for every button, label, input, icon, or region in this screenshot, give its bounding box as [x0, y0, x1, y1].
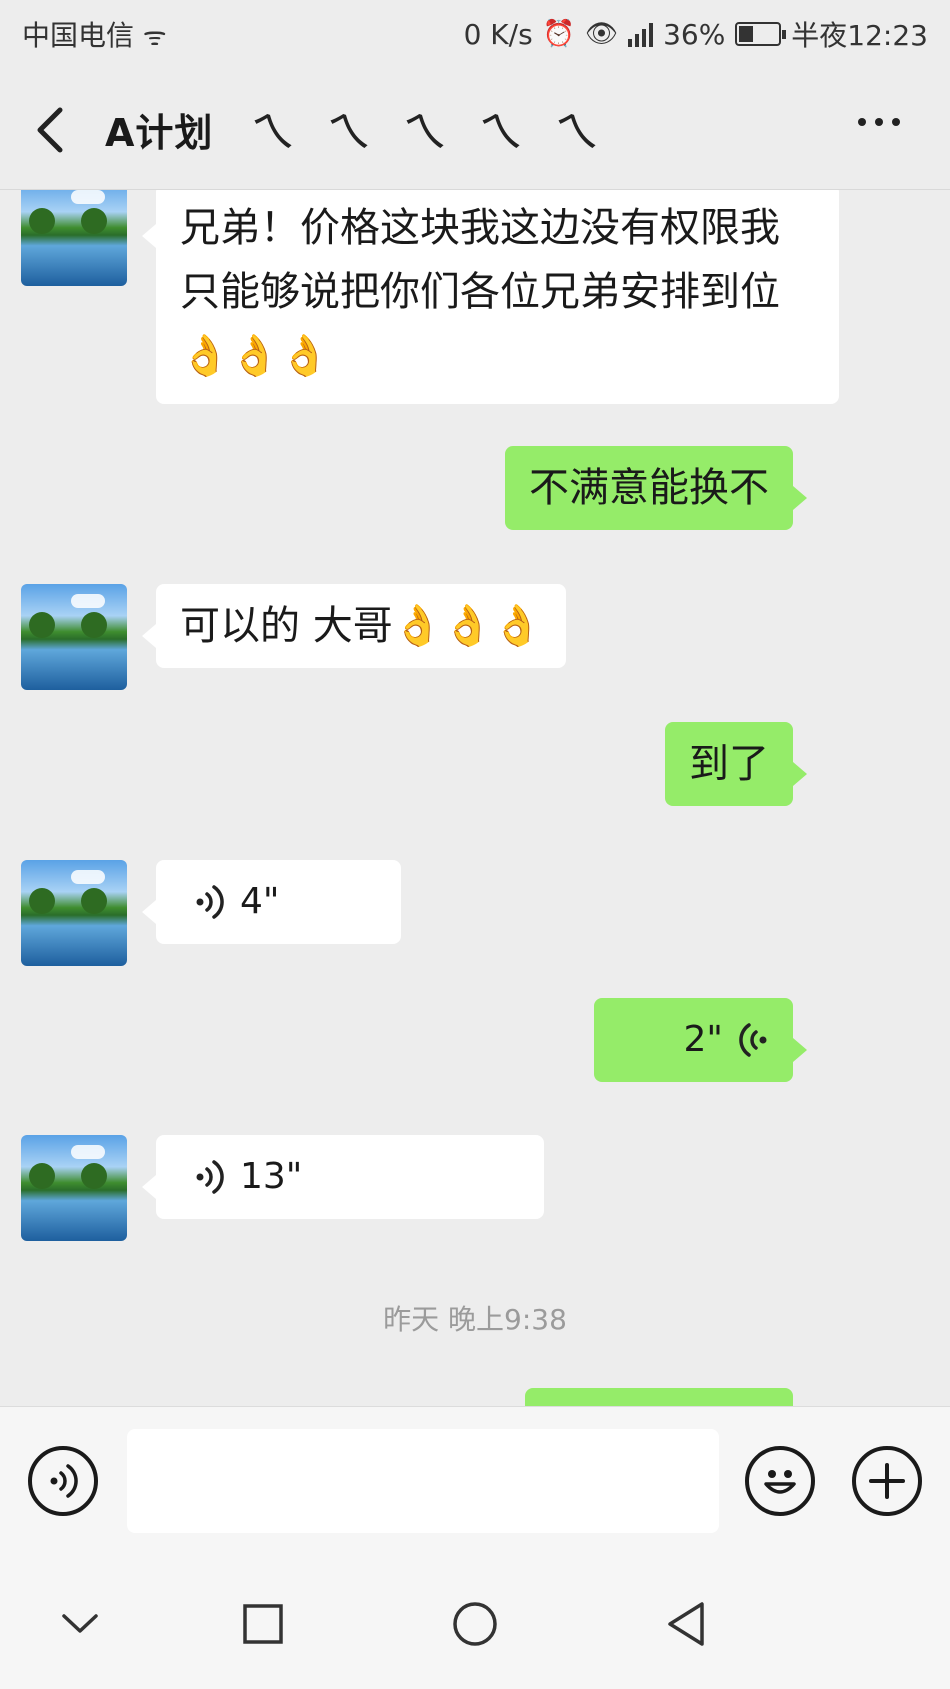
message-text: 兄弟！价格这块我这边没有权限我只能够说把你们各位兄弟安排到位👌👌👌 — [180, 205, 780, 379]
chevron-left-icon[interactable] — [30, 102, 74, 158]
status-bar: 中国电信 ᯤ 0 K/s ⏰ 👁 36% 半夜12:23 — [0, 0, 950, 68]
more-functions-button[interactable] — [852, 1446, 922, 1516]
voice-message-incoming[interactable]: 4" — [142, 860, 401, 944]
more-horizontal-icon[interactable] — [858, 118, 900, 126]
message-text: 到了 — [689, 741, 769, 787]
alarm-icon: ⏰ — [542, 19, 576, 49]
contact-avatar[interactable] — [21, 190, 127, 286]
smiley-icon — [764, 1470, 796, 1494]
emoji-button[interactable] — [745, 1446, 815, 1516]
message-bubble-incoming[interactable]: 可以的 大哥👌👌👌 — [141, 584, 567, 668]
chat-timestamp: 昨天 晚上9:38 — [383, 1303, 567, 1336]
voice-input-button[interactable] — [28, 1446, 98, 1516]
net-speed-label: 0 K/s — [463, 17, 533, 51]
battery-icon — [735, 22, 787, 46]
chat-title-decoration: ㄟㄟㄟㄟㄟ — [250, 105, 630, 159]
voice-message-outgoing[interactable]: 2" — [594, 998, 807, 1082]
home-icon[interactable] — [445, 1594, 505, 1654]
system-nav-bar — [0, 1554, 950, 1689]
signal-icon — [628, 21, 654, 47]
contact-avatar[interactable] — [21, 1135, 127, 1241]
battery-fill — [739, 26, 754, 42]
message-bubble-outgoing-partial[interactable] — [525, 1388, 793, 1406]
contact-avatar[interactable] — [21, 860, 127, 966]
chat-title: A计划 — [105, 111, 214, 155]
message-text: 不满意能换不 — [529, 465, 769, 511]
status-right: 0 K/s ⏰ 👁 36% 半夜12:23 — [464, 14, 928, 54]
voice-duration: 13" — [240, 1156, 303, 1197]
clock: 半夜12:23 — [791, 19, 928, 52]
carrier-label: 中国电信 — [22, 19, 135, 52]
voice-duration: 4" — [240, 881, 280, 922]
back-triangle-icon[interactable] — [656, 1594, 716, 1654]
title-bar: A计划 ㄟㄟㄟㄟㄟ — [0, 68, 950, 190]
contact-avatar[interactable] — [21, 584, 127, 690]
voice-mode-icon — [50, 1464, 78, 1498]
input-bar — [0, 1406, 950, 1554]
voice-message-incoming[interactable]: 13" — [142, 1135, 544, 1219]
battery-percent: 36% — [663, 17, 726, 51]
message-text: 可以的 大哥👌👌👌 — [180, 603, 543, 649]
voice-duration: 2" — [683, 1019, 723, 1060]
chevron-down-icon[interactable] — [50, 1594, 110, 1654]
message-bubble-outgoing[interactable]: 不满意能换不 — [505, 446, 807, 530]
voice-wave-icon — [196, 1160, 224, 1194]
voice-wave-icon — [196, 885, 224, 919]
voice-wave-icon — [739, 1023, 767, 1057]
status-left: 中国电信 ᯤ — [22, 14, 167, 54]
chat-history[interactable]: 兄弟！价格这块我这边没有权限我只能够说把你们各位兄弟安排到位👌👌👌 不满意能换不… — [0, 190, 950, 1406]
plus-icon — [869, 1463, 905, 1499]
message-bubble-incoming[interactable]: 兄弟！价格这块我这边没有权限我只能够说把你们各位兄弟安排到位👌👌👌 — [142, 190, 839, 404]
eye-icon: 👁 — [585, 19, 619, 49]
recent-apps-icon[interactable] — [233, 1594, 293, 1654]
message-bubble-outgoing[interactable]: 到了 — [665, 722, 807, 806]
message-input[interactable] — [127, 1429, 719, 1533]
wifi-calling-icon: ᯤ — [142, 22, 167, 52]
